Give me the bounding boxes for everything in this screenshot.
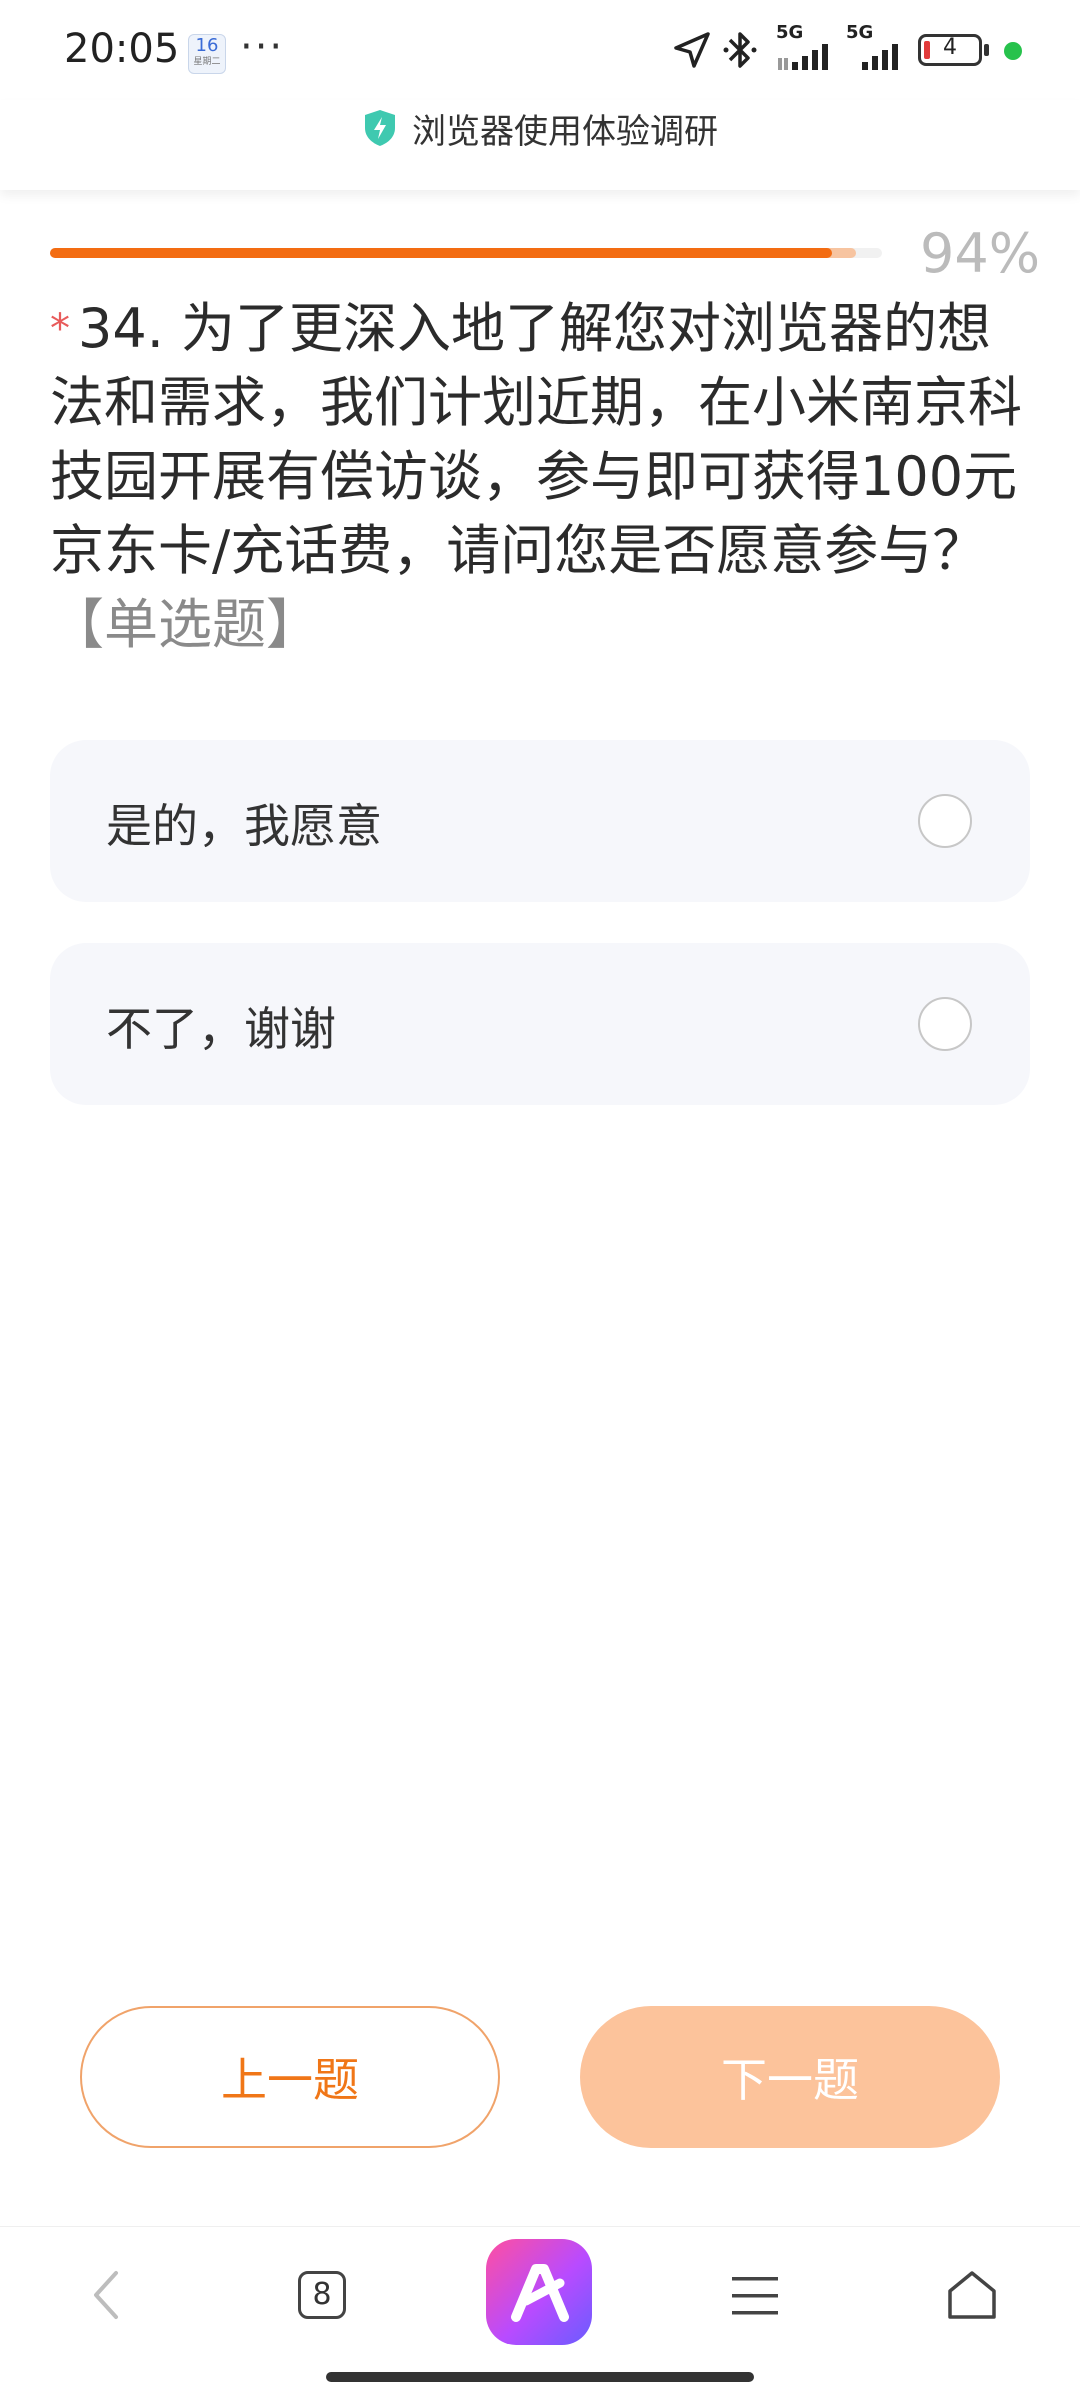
- gesture-home-indicator[interactable]: [326, 2372, 754, 2382]
- battery-icon: 4: [918, 34, 982, 66]
- location-icon: [674, 32, 710, 68]
- ai-assistant-icon[interactable]: [486, 2239, 592, 2345]
- status-time: 20:05: [64, 26, 180, 72]
- battery-cap: [984, 44, 989, 56]
- calendar-weekday: 星期二: [193, 57, 221, 67]
- privacy-indicator-dot: [1004, 42, 1022, 60]
- required-mark: *: [50, 306, 70, 352]
- next-question-button[interactable]: 下一题: [580, 2006, 1000, 2148]
- question-body: 34. 为了更深入地了解您对浏览器的想法和需求，我们计划近期，在小米南京科技园开…: [50, 297, 1022, 582]
- survey-progress-bar: [50, 248, 882, 258]
- option-yes[interactable]: 是的，我愿意: [50, 740, 1030, 902]
- radio-button[interactable]: [918, 997, 972, 1051]
- more-notifications-icon: ···: [240, 24, 285, 70]
- radio-button[interactable]: [918, 794, 972, 848]
- tabs-icon[interactable]: 8: [298, 2271, 346, 2319]
- secure-shield-icon: [365, 110, 395, 146]
- bluetooth-icon: [723, 32, 757, 68]
- question-type-tag: 【单选题】: [50, 593, 320, 656]
- calendar-icon: 16 星期二: [188, 34, 226, 74]
- option-label: 不了，谢谢: [106, 1002, 336, 1056]
- option-label: 是的，我愿意: [106, 799, 382, 853]
- progress-percent: 94%: [920, 222, 1041, 285]
- network-type-2: 5G: [846, 22, 874, 43]
- previous-question-button[interactable]: 上一题: [80, 2006, 500, 2148]
- signal-icon-sim1: 5G: [776, 22, 840, 74]
- progress-fill: [50, 248, 832, 258]
- browser-page: 20:05 16 星期二 ··· 5G 5G 4 浏览器使用体验调研 94% *…: [0, 0, 1080, 2400]
- option-no[interactable]: 不了，谢谢: [50, 943, 1030, 1105]
- page-title: 浏览器使用体验调研: [412, 111, 718, 152]
- network-type-1: 5G: [776, 22, 804, 43]
- calendar-day: 16: [195, 35, 219, 56]
- signal-icon-sim2: 5G: [846, 22, 910, 74]
- home-icon[interactable]: [944, 2267, 1000, 2323]
- menu-icon[interactable]: [730, 2271, 780, 2321]
- back-icon[interactable]: [86, 2267, 126, 2323]
- question-text: * 34. 为了更深入地了解您对浏览器的想法和需求，我们计划近期，在小米南京科技园…: [50, 292, 1040, 662]
- page-title-bar: 浏览器使用体验调研: [0, 100, 1080, 190]
- status-bar: 20:05 16 星期二 ··· 5G 5G 4: [0, 0, 1080, 100]
- battery-level: 4: [943, 35, 957, 60]
